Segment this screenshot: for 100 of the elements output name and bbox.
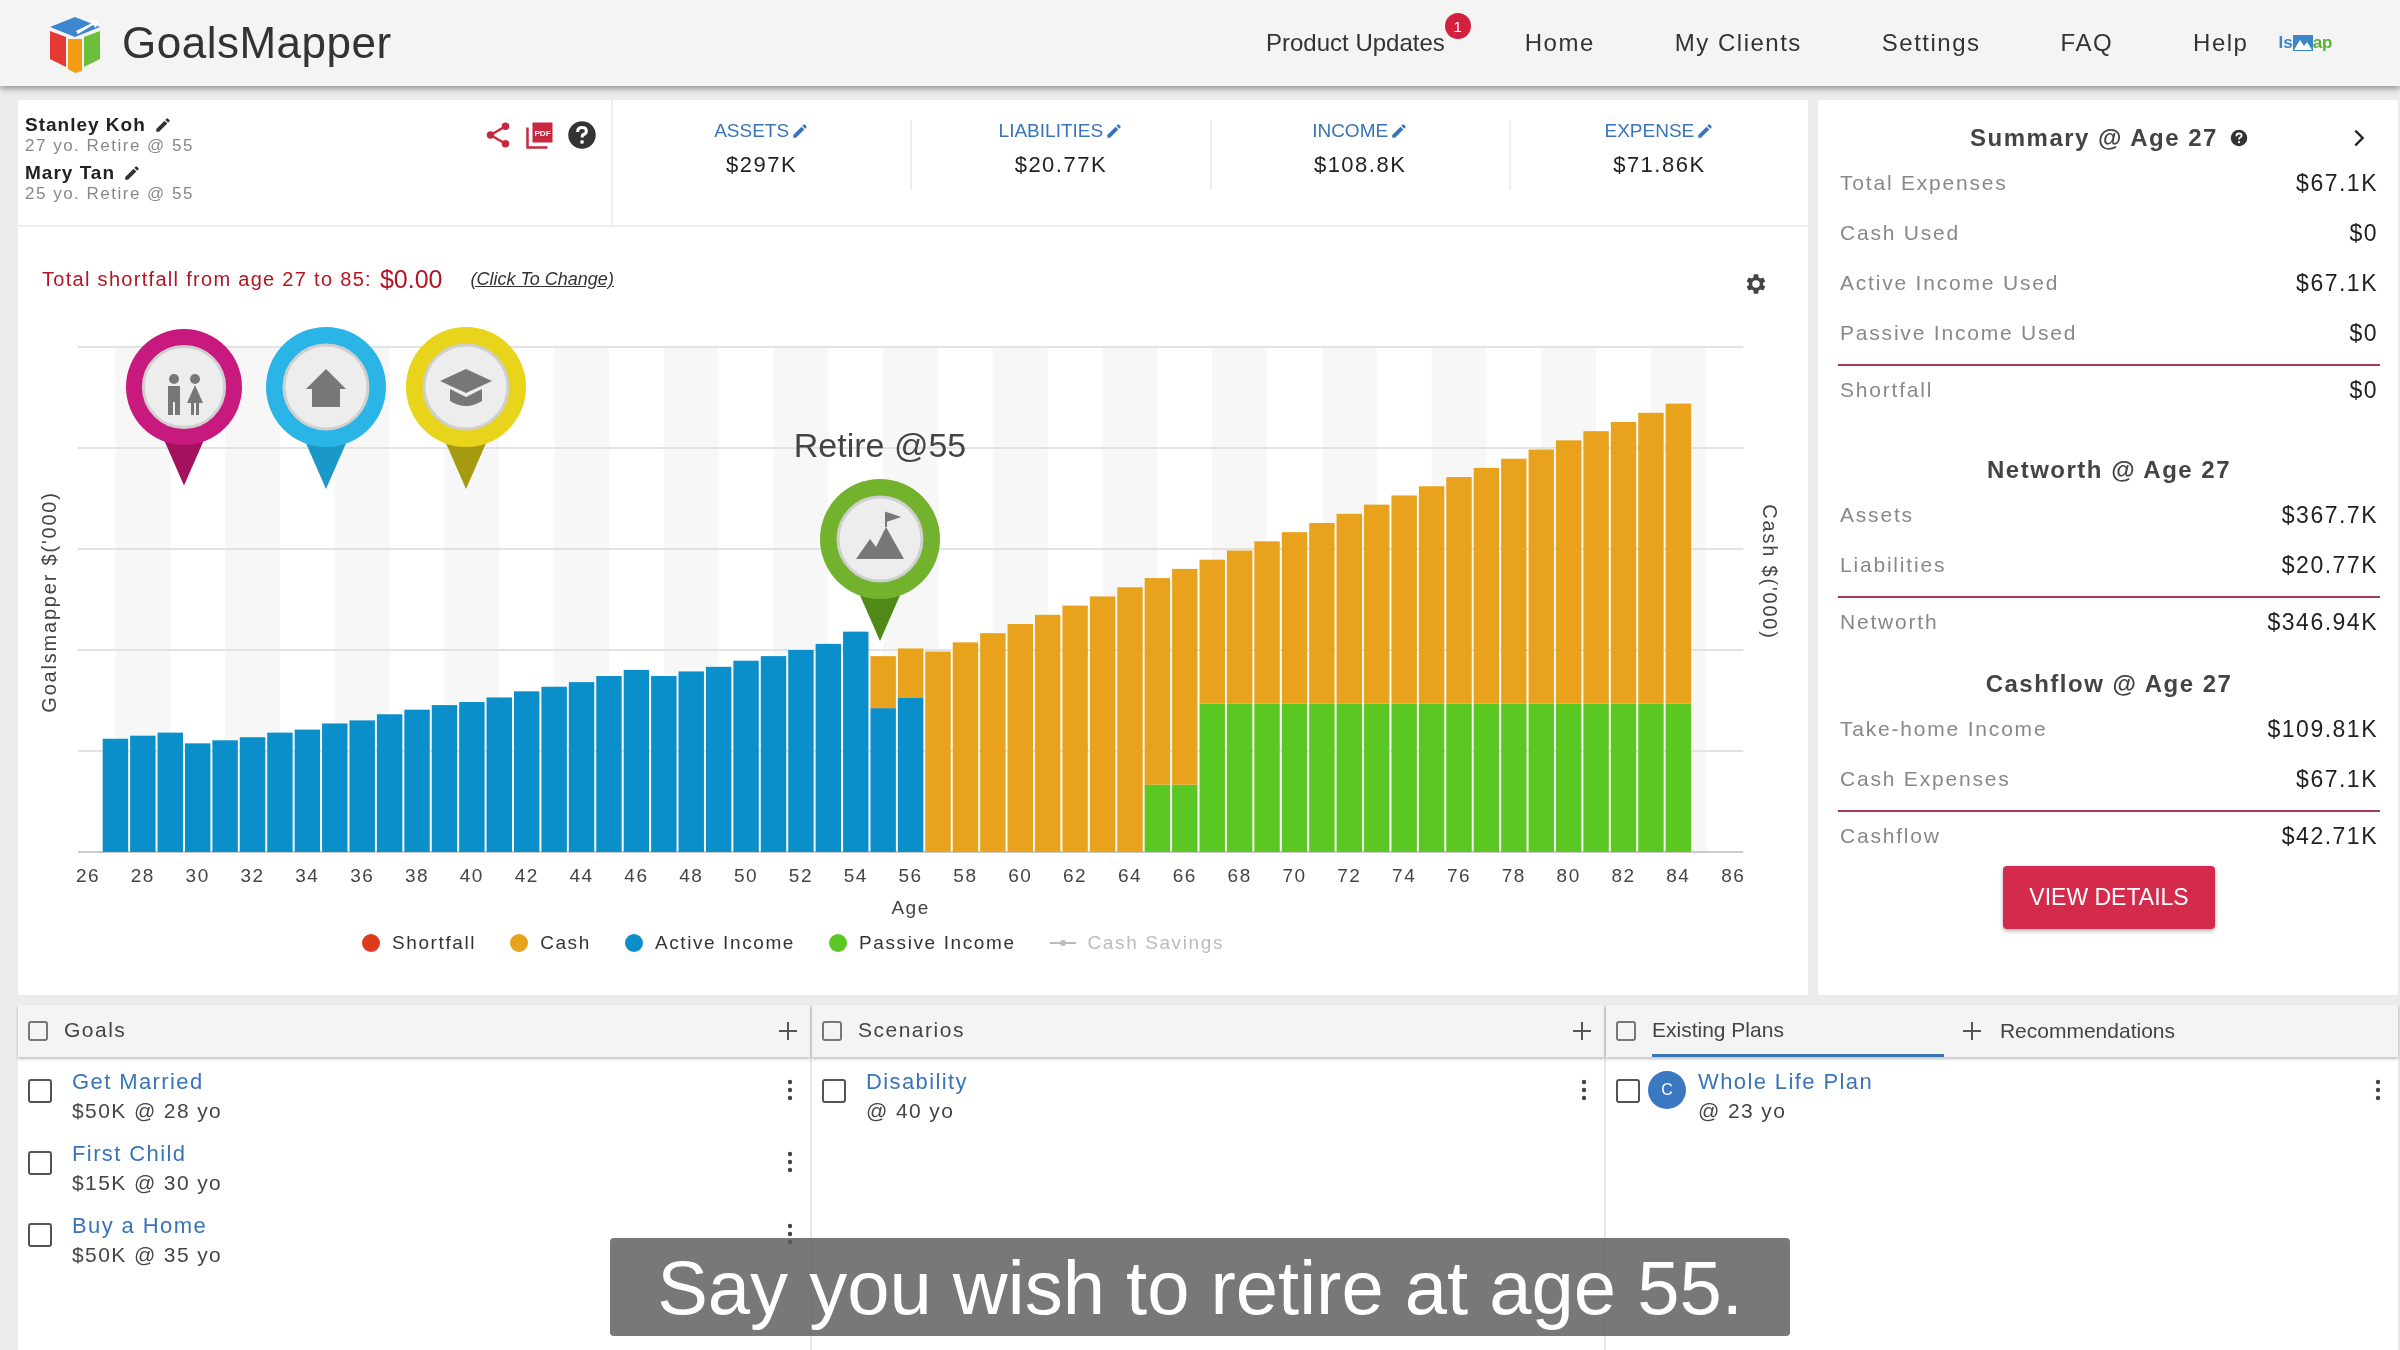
summary-label: Passive Income Used: [1840, 321, 2078, 345]
legend-label[interactable]: Shortfall: [392, 932, 477, 954]
pencil-icon[interactable]: [153, 116, 172, 134]
item-title-link[interactable]: Buy a Home: [72, 1213, 208, 1239]
help-icon[interactable]: [2229, 129, 2248, 147]
stat-value: $297K: [726, 152, 798, 178]
axis-tick-label: 48: [679, 865, 704, 886]
shortfall-label: Total shortfall from age 27 to 85:: [42, 267, 372, 291]
axis-tick-label: 56: [898, 865, 923, 886]
change-link[interactable]: (Click To Change): [470, 268, 614, 290]
checkbox[interactable]: [28, 1021, 48, 1041]
axis-tick-label: 46: [624, 865, 649, 886]
axis-tick-label: 58: [953, 865, 978, 886]
summary-label: Assets: [1840, 503, 1914, 527]
client-detail: 27 yo. Retire @ 55: [25, 136, 195, 156]
axis-tick-label: 38: [404, 865, 430, 886]
mountain-logo-icon: [2292, 35, 2313, 51]
item-title-link[interactable]: First Child: [72, 1141, 187, 1167]
client-name: Stanley Koh: [25, 114, 146, 136]
summary-value: $367.7K: [2281, 501, 2378, 529]
summary-label: Networth: [1840, 610, 1939, 634]
y-axis-title: Cash $('000): [1759, 504, 1781, 640]
checkbox[interactable]: [822, 1021, 842, 1041]
item-detail: @ 40 yo: [866, 1099, 956, 1123]
axis-tick-label: 36: [350, 865, 375, 886]
couple-pin-icon[interactable]: [126, 329, 242, 486]
axis-tick-label: 62: [1063, 865, 1088, 886]
video-caption: Say you wish to retire at age 55.: [610, 1238, 1790, 1336]
panel-tab[interactable]: Existing Plans: [1652, 1005, 1944, 1057]
summary-label: Shortfall: [1840, 378, 1934, 402]
stat-value: $71.86K: [1613, 152, 1706, 178]
axis-tick-label: 26: [75, 865, 101, 886]
nav-link[interactable]: FAQ: [2020, 29, 2154, 57]
item-detail: $15K @ 30 yo: [72, 1171, 224, 1195]
x-axis-title: Age: [891, 897, 930, 918]
panel-tab[interactable]: Recommendations: [1999, 1007, 2175, 1055]
axis-tick-label: 44: [569, 865, 594, 886]
axis-tick-label: 70: [1282, 865, 1307, 886]
client-detail: 25 yo. Retire @ 55: [25, 184, 195, 204]
summary-label: Cash Expenses: [1840, 767, 2011, 791]
axis-tick-label: 40: [459, 865, 484, 886]
item-title-link[interactable]: Get Married: [72, 1069, 204, 1095]
house-pin-icon[interactable]: [266, 327, 386, 489]
stat-label[interactable]: INCOME: [1312, 120, 1389, 142]
legend-label[interactable]: Passive Income: [859, 932, 1016, 954]
summary-label: Liabilities: [1840, 553, 1947, 577]
help-icon[interactable]: [567, 120, 597, 150]
client-name: Mary Tan: [25, 162, 115, 184]
more-icon[interactable]: [786, 1079, 794, 1101]
stat-value: $20.77K: [1014, 152, 1108, 178]
checkbox[interactable]: [28, 1223, 52, 1247]
mountain-flag-pin-icon[interactable]: [820, 479, 940, 641]
summary-value: $20.77K: [2281, 551, 2378, 579]
summary-value: $109.81K: [2267, 715, 2378, 743]
checkbox[interactable]: [822, 1079, 846, 1103]
summary-value: $67.1K: [2296, 169, 2378, 197]
axis-tick-label: 74: [1392, 865, 1417, 886]
checkbox[interactable]: [1616, 1021, 1636, 1041]
nav-link[interactable]: Settings: [1841, 29, 2021, 57]
summary-label: Active Income Used: [1840, 271, 2060, 295]
stat-label[interactable]: EXPENSE: [1604, 120, 1695, 142]
legend-label[interactable]: Cash: [540, 932, 591, 954]
checkbox[interactable]: [1616, 1079, 1640, 1103]
graduation-cap-pin-icon[interactable]: [406, 327, 526, 489]
item-title-link[interactable]: Whole Life Plan: [1698, 1069, 1874, 1095]
checkbox[interactable]: [28, 1151, 52, 1175]
summary-value: $67.1K: [2296, 765, 2378, 793]
more-icon[interactable]: [1580, 1079, 1588, 1101]
more-icon[interactable]: [2374, 1079, 2382, 1101]
avatar: C: [1648, 1071, 1686, 1109]
stat-label[interactable]: ASSETS: [714, 120, 790, 142]
panel-tab[interactable]: Scenarios: [858, 1005, 965, 1057]
nav-link[interactable]: My Clients: [1634, 29, 1842, 57]
axis-tick-label: 42: [514, 865, 539, 886]
pencil-icon[interactable]: [123, 164, 141, 182]
panel-tab[interactable]: Goals: [64, 1005, 127, 1057]
summary-value: $0: [2349, 219, 2378, 247]
item-title-link[interactable]: Disability: [866, 1069, 969, 1095]
nav-link[interactable]: Home: [1484, 29, 1635, 57]
more-icon[interactable]: [786, 1151, 794, 1173]
milestone-label: Retire @55: [793, 426, 967, 464]
item-detail: $50K @ 35 yo: [72, 1243, 224, 1267]
axis-tick-label: 82: [1611, 865, 1636, 886]
shortfall-value: $0.00: [379, 264, 443, 294]
axis-tick-label: 80: [1556, 865, 1581, 886]
axis-tick-label: 86: [1721, 865, 1746, 886]
axis-tick-label: 68: [1227, 865, 1252, 886]
view-details-button[interactable]: VIEW DETAILS: [2003, 866, 2215, 929]
plus-icon[interactable]: [776, 1019, 800, 1043]
summary-label: Cashflow: [1840, 824, 1941, 848]
section-title: Summary @ Age 27: [1970, 124, 2218, 152]
summary-label: Take-home Income: [1840, 717, 2048, 741]
plus-icon[interactable]: [1570, 1019, 1594, 1043]
legend-label[interactable]: Active Income: [654, 932, 796, 954]
stat-value: $108.8K: [1313, 152, 1407, 178]
checkbox[interactable]: [28, 1079, 52, 1103]
stat-label[interactable]: LIABILITIES: [998, 120, 1104, 142]
axis-tick-label: 50: [734, 865, 759, 886]
summary-label: Total Expenses: [1840, 171, 2008, 195]
item-detail: $50K @ 28 yo: [72, 1099, 224, 1123]
